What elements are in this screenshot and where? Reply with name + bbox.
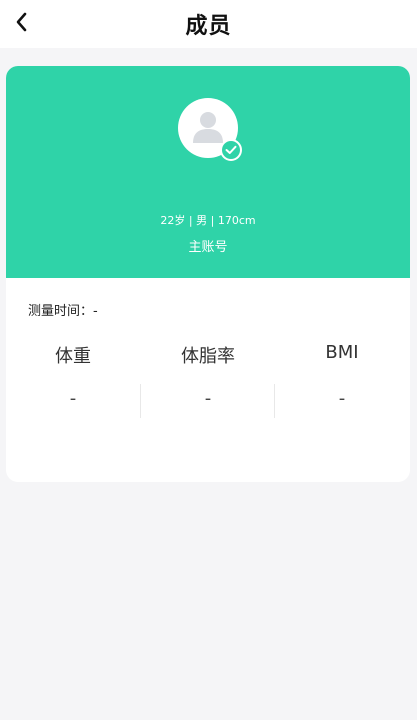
metric-label: BMI: [325, 342, 359, 363]
metric-bmi[interactable]: BMI -: [275, 342, 409, 422]
metric-value: -: [69, 388, 77, 409]
metric-label: 体脂率: [181, 346, 235, 367]
check-icon: [225, 145, 237, 154]
metric-value: -: [204, 388, 212, 409]
metrics-row: 体重 - 体脂率 - BMI -: [6, 342, 410, 422]
profile-info: 22岁 | 男 | 170cm: [160, 214, 256, 227]
page-title: 成员: [185, 14, 232, 39]
profile-banner: 22岁 | 男 | 170cm 主账号: [6, 66, 410, 278]
user-avatar-icon: [193, 112, 223, 143]
metric-body-fat[interactable]: 体脂率 -: [141, 342, 275, 422]
account-type-label: 主账号: [188, 240, 228, 255]
measure-time: 测量时间：-: [28, 304, 98, 319]
metric-label: 体重: [55, 346, 91, 367]
verified-badge: [220, 139, 242, 161]
metric-weight[interactable]: 体重 -: [6, 342, 140, 422]
app-header: 成员: [0, 0, 417, 48]
metric-value: -: [338, 388, 346, 409]
member-card: 22岁 | 男 | 170cm 主账号 测量时间：- 体重 - 体脂率 - BM…: [6, 66, 410, 482]
avatar[interactable]: [178, 98, 242, 161]
